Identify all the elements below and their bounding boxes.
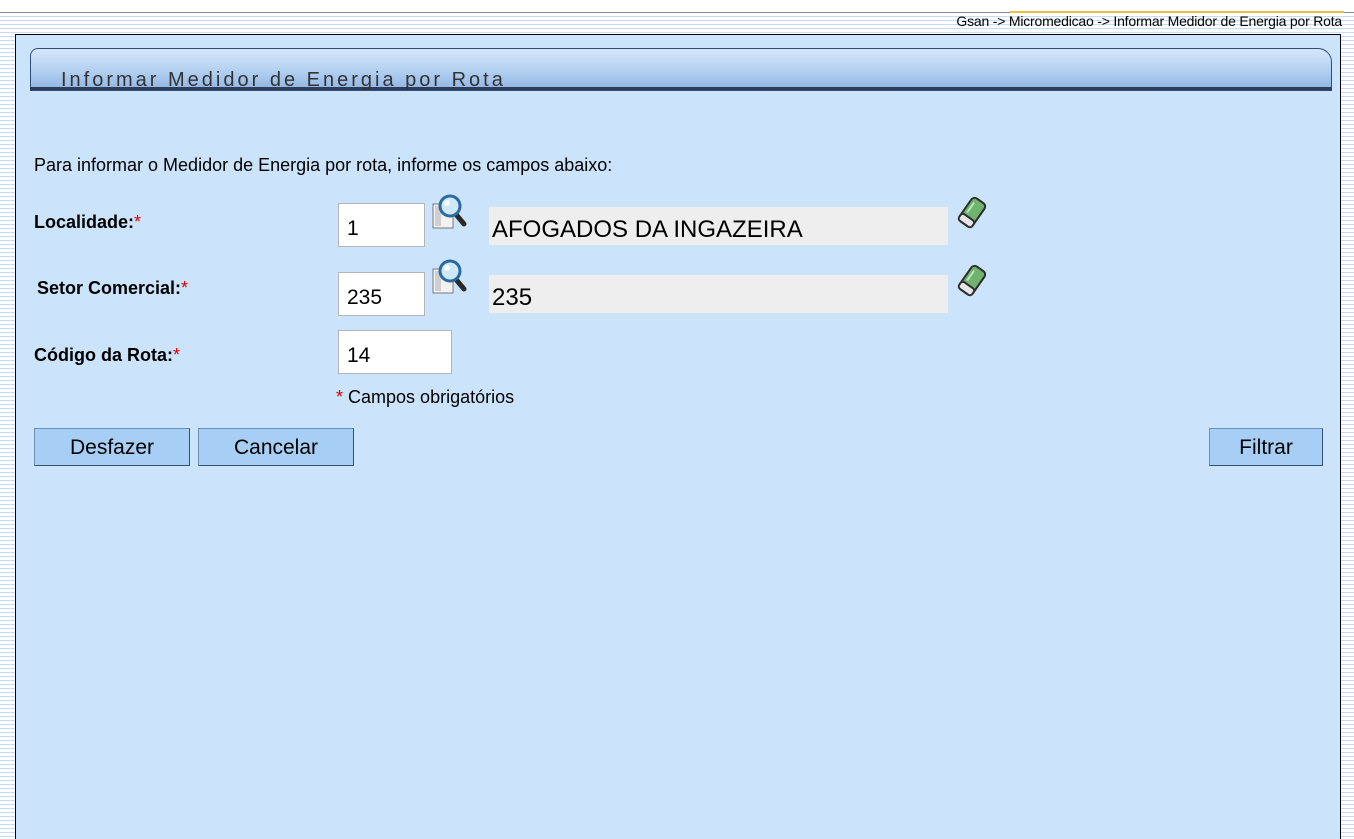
localidade-input[interactable]: 1 bbox=[338, 203, 425, 247]
setor-clear-eraser-icon[interactable] bbox=[955, 263, 987, 306]
intro-text: Para informar o Medidor de Energia por r… bbox=[34, 155, 613, 175]
rota-label-text: Código da Rota: bbox=[34, 345, 173, 365]
required-marker: * bbox=[134, 212, 142, 232]
rota-input[interactable]: 14 bbox=[338, 330, 452, 374]
filter-button[interactable]: Filtrar bbox=[1209, 428, 1323, 466]
required-marker: * bbox=[172, 345, 180, 365]
main-content: Informar Medidor de Energia por Rota Par… bbox=[15, 34, 1341, 839]
localidade-search-icon[interactable] bbox=[432, 194, 476, 237]
localidade-label-text: Localidade: bbox=[34, 212, 135, 232]
rota-label: Código da Rota:* bbox=[34, 345, 180, 366]
cancel-button[interactable]: Cancelar bbox=[198, 428, 354, 466]
setor-search-icon[interactable] bbox=[432, 259, 476, 302]
localidade-clear-eraser-icon[interactable] bbox=[955, 195, 987, 238]
setor-input[interactable]: 235 bbox=[338, 272, 425, 316]
required-marker: * bbox=[336, 387, 344, 407]
page-title: Informar Medidor de Energia por Rota bbox=[61, 69, 506, 91]
localidade-description: AFOGADOS DA INGAZEIRA bbox=[489, 207, 948, 245]
localidade-label: Localidade:* bbox=[34, 212, 141, 233]
setor-label: Setor Comercial:* bbox=[37, 278, 188, 299]
setor-label-text: Setor Comercial: bbox=[37, 278, 182, 298]
setor-description: 235 bbox=[489, 275, 948, 313]
undo-button[interactable]: Desfazer bbox=[34, 428, 190, 466]
required-fields-note: * Campos obrigatórios bbox=[336, 387, 514, 408]
required-marker: * bbox=[181, 278, 189, 298]
breadcrumb: Gsan -> Micromedicao -> Informar Medidor… bbox=[956, 13, 1342, 29]
required-note-text: Campos obrigatórios bbox=[348, 387, 515, 407]
